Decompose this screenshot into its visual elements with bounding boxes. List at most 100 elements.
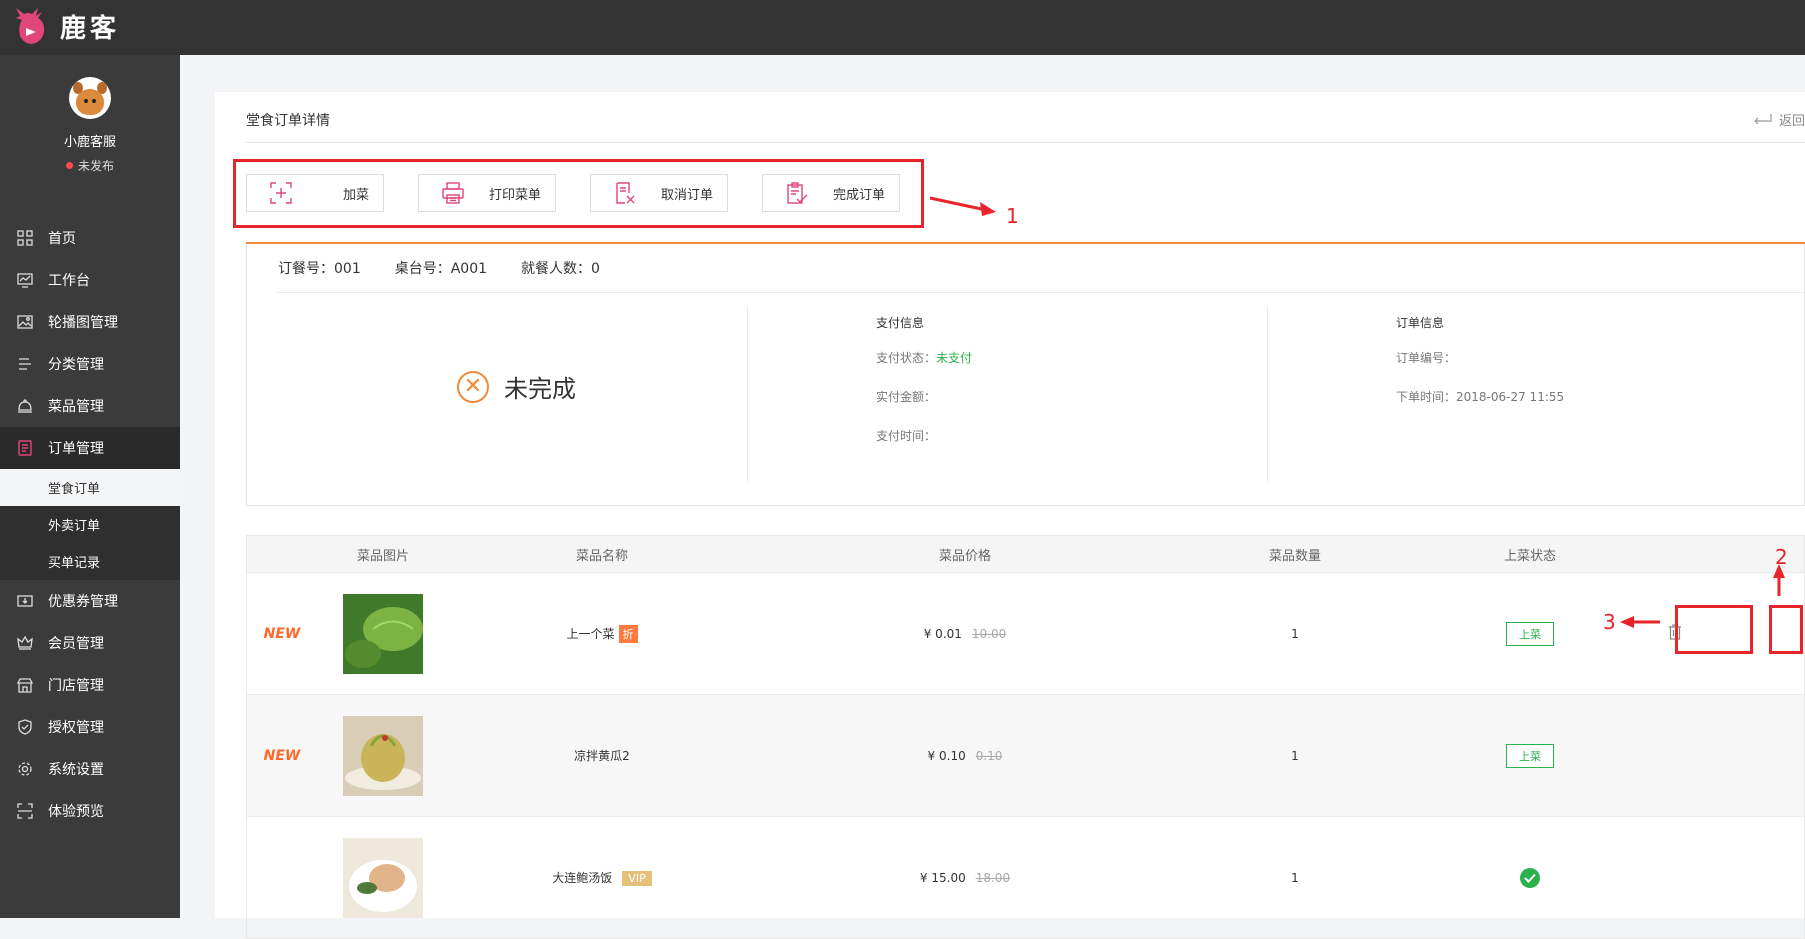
sidebar-item-dishes[interactable]: 菜品管理 [0, 385, 180, 427]
scan-icon [16, 802, 34, 820]
column-header-name: 菜品名称 [575, 548, 628, 564]
column-header-qty: 菜品数量 [1268, 548, 1321, 564]
sidebar-item-orders[interactable]: 订单管理 [0, 427, 180, 469]
sidebar-item-label: 授权管理 [48, 720, 104, 736]
dish-image [343, 837, 423, 918]
annotation-box-1 [233, 159, 924, 228]
divider [1267, 306, 1268, 482]
sidebar-item-category[interactable]: 分类管理 [0, 343, 180, 385]
serve-button[interactable]: 上菜 [1506, 621, 1554, 646]
order-status: ✕ 未完成 [457, 369, 576, 404]
annotation-arrow-3-icon [1620, 616, 1660, 628]
sidebar-item-label: 门店管理 [48, 678, 104, 694]
original-price: 18.00 [975, 870, 1011, 885]
sidebar-item-workbench[interactable]: 工作台 [0, 259, 180, 301]
annotation-box-3 [1675, 605, 1753, 654]
top-bar: 鹿客 [0, 0, 1805, 55]
sidebar-item-stores[interactable]: 门店管理 [0, 664, 180, 706]
annotation-label-1: 1 [1006, 204, 1019, 228]
table-row: NEW 凉拌黄瓜2 ¥ 0.10 0.10 1 上菜 [247, 695, 1804, 817]
dish-price: ¥ 15.00 [919, 870, 966, 885]
new-badge: NEW [263, 747, 301, 764]
serve-button[interactable]: 上菜 [1506, 743, 1554, 768]
annotation-arrow-1-icon [929, 196, 996, 216]
deer-logo-icon [12, 6, 48, 46]
coupon-icon [16, 592, 34, 610]
sidebar-item-preview[interactable]: 体验预览 [0, 790, 180, 832]
sidebar-subitem-takeout-orders[interactable]: 外卖订单 [0, 506, 180, 543]
sidebar: 小鹿客服 未发布 首页 工作台 轮播图管理 分类管理 菜品管理 订单管理 堂食订… [0, 55, 180, 918]
order-info: 订单信息 订单编号： 下单时间：2018-06-27 11:55 [1396, 314, 1564, 427]
sidebar-item-label: 分类管理 [48, 357, 104, 373]
sidebar-item-label: 体验预览 [48, 804, 104, 820]
meal-number: 订餐号：001 [278, 261, 361, 277]
list-icon [16, 355, 34, 373]
dish-quantity: 1 [1291, 748, 1299, 763]
sidebar-item-settings[interactable]: 系统设置 [0, 748, 180, 790]
sidebar-item-label: 优惠券管理 [48, 594, 118, 610]
divider [747, 306, 748, 482]
back-button[interactable]: 返回 [1753, 110, 1805, 129]
order-number-label: 订单编号： [1396, 351, 1457, 365]
dish-image [343, 593, 423, 674]
page-title: 堂食订单详情 [246, 113, 330, 129]
dish-quantity: 1 [1291, 870, 1299, 885]
sidebar-item-coupons[interactable]: 优惠券管理 [0, 580, 180, 622]
order-items-table: 菜品图片 菜品名称 菜品价格 菜品数量 上菜状态 NEW 上一个菜折 ¥ 0.0… [246, 535, 1805, 939]
paid-amount-label: 实付金额： [876, 390, 937, 404]
dish-image [343, 715, 423, 796]
dish-name: 大连鲍汤饭 [552, 871, 613, 885]
payment-status-row: 支付状态：未支付 [876, 349, 972, 366]
image-icon [16, 313, 34, 331]
profile-name: 小鹿客服 [63, 135, 116, 150]
avatar[interactable] [69, 77, 111, 119]
sidebar-item-carousel[interactable]: 轮播图管理 [0, 301, 180, 343]
column-header-serve: 上菜状态 [1503, 548, 1556, 564]
table-number: 桌台号：A001 [394, 261, 488, 277]
shield-icon [16, 718, 34, 736]
order-info-panel: 订餐号：001 桌台号：A001 就餐人数：0 ✕ 未完成 支付信息 支付状态：… [246, 244, 1805, 506]
payment-time-label: 支付时间： [876, 429, 937, 443]
brand-name: 鹿客 [60, 13, 121, 44]
sidebar-item-label: 工作台 [48, 273, 90, 289]
new-badge: NEW [263, 625, 301, 642]
divider [277, 292, 1804, 293]
sidebar-item-home[interactable]: 首页 [0, 217, 180, 259]
table-row: 大连鲍汤饭 VIP ¥ 15.00 18.00 1 [247, 817, 1804, 939]
annotation-box-2 [1769, 605, 1803, 654]
sidebar-item-label: 菜品管理 [48, 399, 104, 415]
payment-status-label: 支付状态： [876, 351, 937, 365]
discount-tag: 折 [618, 624, 638, 643]
dish-price: ¥ 0.10 [927, 748, 966, 763]
sidebar-item-label: 订单管理 [48, 441, 104, 457]
status-dot-icon [65, 162, 73, 169]
dish-name: 上一个菜 [566, 626, 615, 641]
gear-icon [16, 760, 34, 778]
crown-icon [16, 634, 34, 652]
table-header: 菜品图片 菜品名称 菜品价格 菜品数量 上菜状态 [247, 536, 1804, 573]
sidebar-subitem-purchase-records[interactable]: 买单记录 [0, 543, 180, 580]
grid-icon [16, 229, 34, 247]
sidebar-subitem-dinein-orders[interactable]: 堂食订单 [0, 469, 180, 506]
cloche-icon [16, 397, 34, 415]
diner-count: 就餐人数：0 [521, 261, 600, 277]
logo: 鹿客 [12, 6, 120, 46]
dish-name: 凉拌黄瓜2 [574, 749, 630, 763]
back-label: 返回 [1778, 114, 1805, 129]
dish-price: ¥ 0.01 [923, 626, 962, 641]
close-circle-icon: ✕ [457, 370, 489, 403]
monitor-chart-icon [16, 271, 34, 289]
order-info-title: 订单信息 [1396, 316, 1445, 330]
order-meta: 订餐号：001 桌台号：A001 就餐人数：0 [278, 258, 600, 278]
store-icon [16, 676, 34, 694]
sidebar-item-members[interactable]: 会员管理 [0, 622, 180, 664]
sidebar-item-auth[interactable]: 授权管理 [0, 706, 180, 748]
payment-info: 支付信息 支付状态：未支付 实付金额： 支付时间： [876, 314, 972, 466]
sidebar-item-label: 会员管理 [48, 636, 104, 652]
payment-status-value: 未支付 [936, 351, 973, 365]
payment-info-title: 支付信息 [876, 316, 925, 330]
profile-panel: 小鹿客服 未发布 [0, 77, 180, 217]
served-check-icon [1520, 867, 1540, 888]
publish-status-label: 未发布 [77, 159, 114, 173]
publish-status: 未发布 [0, 157, 180, 174]
